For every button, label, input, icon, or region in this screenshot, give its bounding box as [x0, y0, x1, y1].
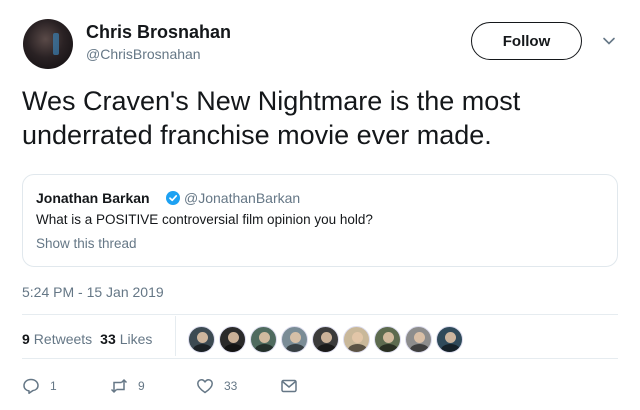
heart-icon: [197, 379, 213, 394]
reply-icon: [23, 378, 39, 394]
quoted-text: What is a POSITIVE controversial film op…: [36, 212, 373, 227]
liker-avatar[interactable]: [250, 326, 277, 353]
quoted-tweet[interactable]: Jonathan Barkan @JonathanBarkan What is …: [22, 174, 618, 267]
retweet-button[interactable]: 9: [110, 377, 145, 395]
like-count: 33: [224, 379, 238, 393]
timestamp[interactable]: 5:24 PM - 15 Jan 2019: [22, 284, 164, 300]
like-button[interactable]: 33: [196, 377, 237, 395]
liker-avatar[interactable]: [405, 326, 432, 353]
retweets-stat[interactable]: 9 Retweets: [22, 331, 92, 347]
likes-label: Likes: [119, 331, 153, 347]
author-name[interactable]: Chris Brosnahan: [86, 22, 231, 43]
liker-avatar[interactable]: [219, 326, 246, 353]
retweets-label: Retweets: [33, 331, 93, 347]
direct-message-button[interactable]: [280, 377, 298, 395]
liker-avatar[interactable]: [343, 326, 370, 353]
show-thread-link[interactable]: Show this thread: [36, 236, 137, 251]
liker-avatar[interactable]: [188, 326, 215, 353]
liker-avatar[interactable]: [281, 326, 308, 353]
tweet-text: Wes Craven's New Nightmare is the most u…: [22, 86, 521, 150]
divider: [22, 314, 618, 315]
retweet-icon: [110, 378, 128, 394]
verified-badge-icon: [166, 191, 180, 205]
likers-avatars: [188, 326, 463, 353]
retweet-count: 9: [138, 379, 145, 393]
liker-avatar[interactable]: [436, 326, 463, 353]
reply-count: 1: [50, 379, 57, 393]
quoted-author-handle: @JonathanBarkan: [184, 190, 301, 206]
envelope-icon: [281, 379, 297, 393]
liker-avatar[interactable]: [374, 326, 401, 353]
divider: [175, 316, 176, 356]
reply-button[interactable]: 1: [22, 377, 57, 395]
author-handle[interactable]: @ChrisBrosnahan: [86, 46, 201, 62]
retweets-count: 9: [22, 331, 30, 347]
likes-count: 33: [100, 331, 116, 347]
follow-button[interactable]: Follow: [471, 22, 582, 60]
author-avatar[interactable]: [23, 19, 73, 69]
divider: [22, 358, 618, 359]
engagement-stats: 9 Retweets 33 Likes: [22, 331, 152, 347]
chevron-down-icon[interactable]: [602, 34, 616, 48]
likes-stat[interactable]: 33 Likes: [100, 331, 152, 347]
liker-avatar[interactable]: [312, 326, 339, 353]
quoted-author-name: Jonathan Barkan: [36, 190, 150, 206]
